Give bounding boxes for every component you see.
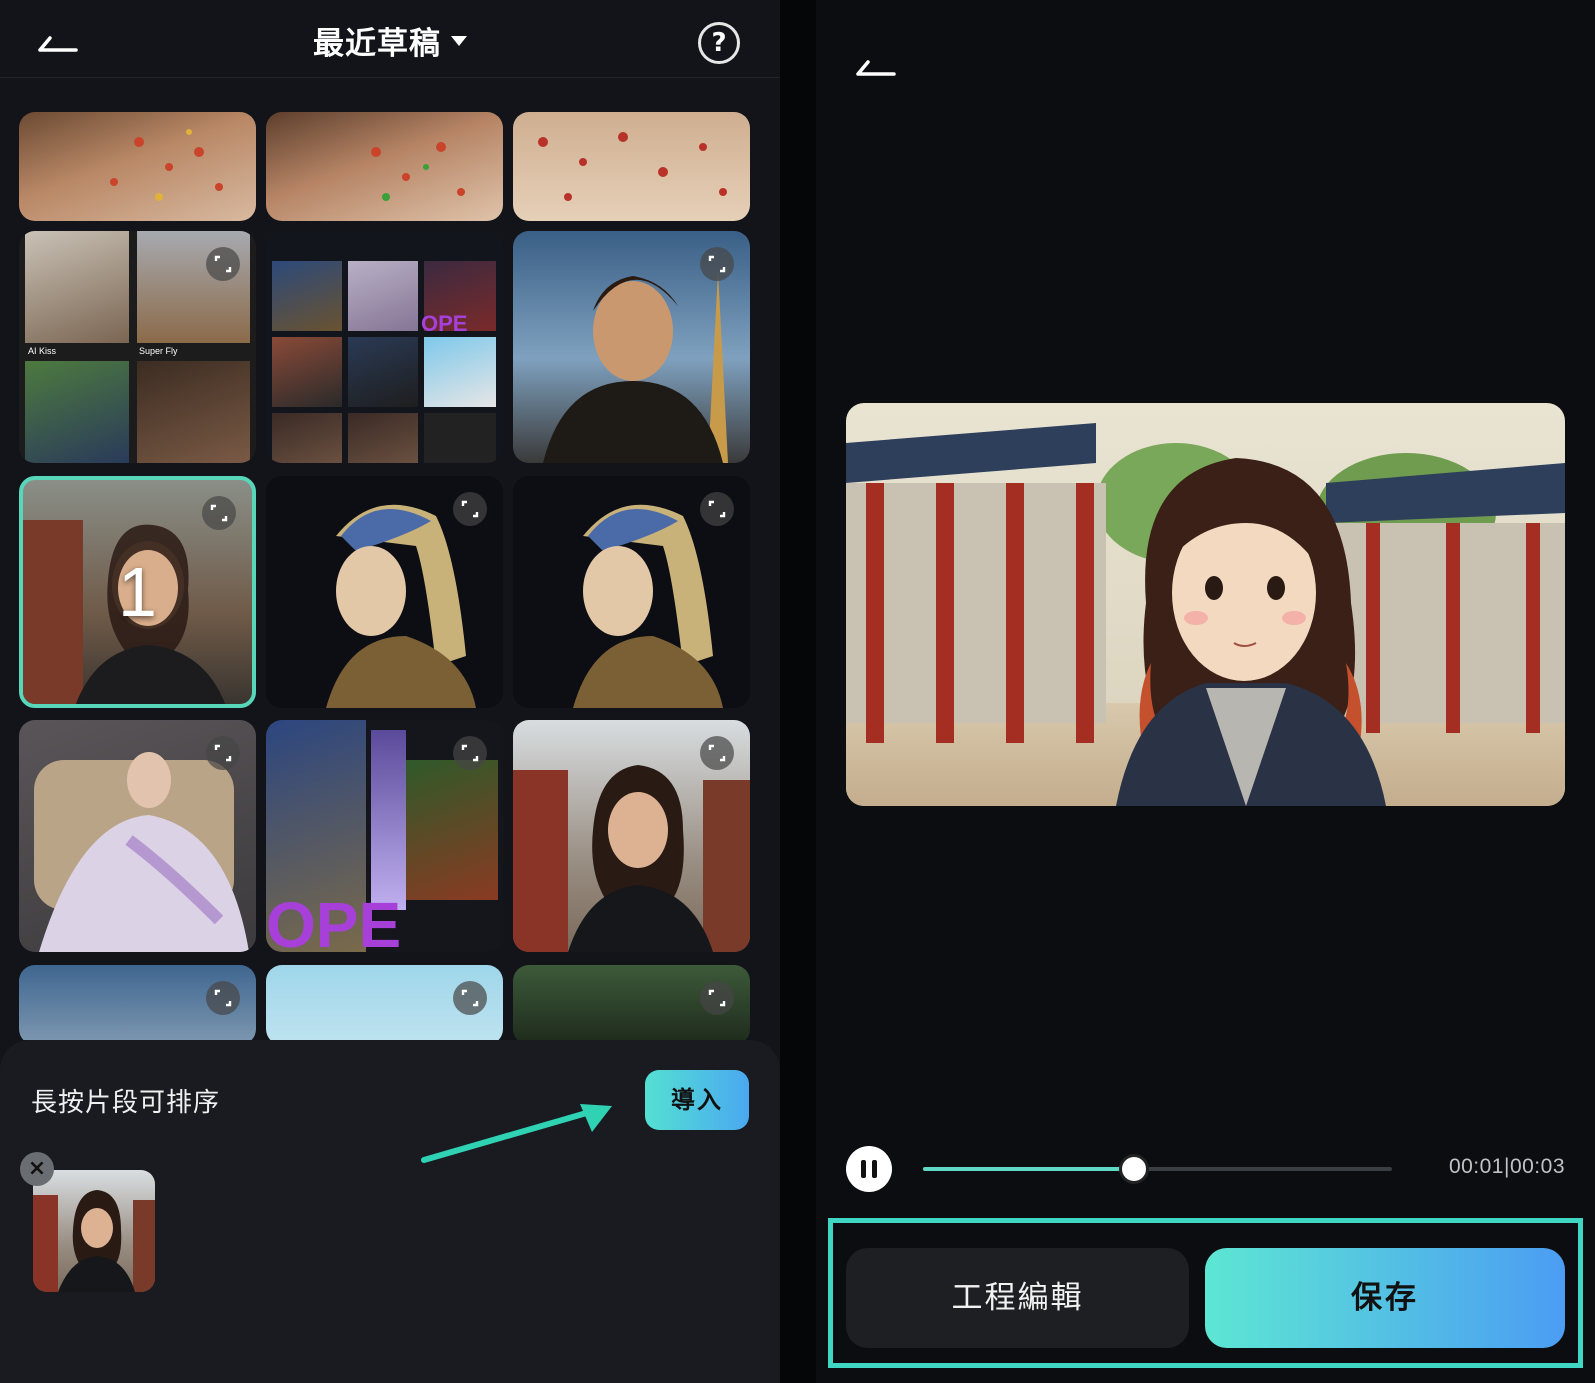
playback-progress — [923, 1167, 1135, 1171]
draft-thumbnail[interactable] — [513, 965, 750, 1040]
caret-down-icon — [451, 35, 467, 46]
collage-caption: Super Fly — [139, 346, 178, 356]
collage-photo — [348, 337, 418, 407]
expand-icon[interactable] — [700, 492, 734, 526]
anime-portrait-frame — [846, 403, 1565, 806]
panel-divider — [780, 0, 816, 1383]
collage-photo — [424, 337, 496, 407]
save-button[interactable]: 保存 — [1205, 1248, 1565, 1348]
collage-photo — [371, 730, 406, 910]
top-bar: 最近草稿 ? — [0, 0, 780, 78]
playback-scrubber[interactable] — [923, 1154, 1392, 1184]
reorder-hint: 長按片段可排序 — [31, 1088, 221, 1118]
draft-thumbnail[interactable] — [19, 965, 256, 1040]
expand-icon[interactable] — [700, 981, 734, 1015]
draft-filter-dropdown[interactable]: 最近草稿 — [0, 18, 780, 63]
selected-clip-thumbnail[interactable] — [33, 1170, 155, 1292]
pause-icon-bar — [861, 1160, 866, 1178]
draft-thumbnail[interactable] — [19, 720, 256, 952]
draft-thumbnail[interactable] — [513, 476, 750, 708]
app-screen: 最近草稿 ? AI Kiss Super Fly OPE 1 OPE 長按片段可… — [0, 0, 1595, 1383]
expand-icon[interactable] — [700, 736, 734, 770]
playback-time: 00:01|00:03 — [1448, 1155, 1565, 1178]
expand-icon[interactable] — [700, 247, 734, 281]
collage-photo — [25, 231, 129, 343]
pause-icon-bar — [872, 1160, 877, 1178]
butterflies-image — [538, 132, 727, 201]
help-icon[interactable]: ? — [698, 22, 740, 64]
selected-clips-sheet: 長按片段可排序 導入 × — [0, 1040, 780, 1383]
collage-photo — [272, 337, 342, 407]
project-edit-button[interactable]: 工程編輯 — [846, 1248, 1189, 1348]
collage-photo — [272, 413, 342, 463]
collage-photo — [25, 361, 129, 463]
collage-photo — [406, 760, 498, 900]
draft-grid: AI Kiss Super Fly OPE 1 OPE — [0, 78, 780, 1040]
draft-thumbnail[interactable] — [513, 112, 750, 221]
collage-photo — [348, 413, 418, 463]
selection-order-badge: 1 — [118, 553, 157, 631]
preview-panel: 00:01|00:03 工程編輯 保存 — [816, 0, 1595, 1383]
draft-thumbnail[interactable] — [266, 476, 503, 708]
video-preview[interactable] — [846, 403, 1565, 806]
draft-thumbnail[interactable] — [266, 965, 503, 1040]
butterflies-image — [371, 142, 465, 201]
draft-thumbnail[interactable] — [266, 112, 503, 221]
import-button[interactable]: 導入 — [645, 1070, 749, 1130]
pointer-arrow-icon — [421, 1104, 612, 1163]
page-title: 最近草稿 — [313, 26, 441, 62]
collage-photo — [348, 261, 418, 331]
expand-icon[interactable] — [206, 981, 240, 1015]
remove-clip-button[interactable]: × — [20, 1152, 54, 1186]
collage-photo — [137, 361, 250, 463]
overlay-text: OPE — [266, 889, 402, 952]
expand-icon[interactable] — [453, 736, 487, 770]
expand-icon[interactable] — [453, 492, 487, 526]
collage-photo — [272, 261, 342, 331]
expand-icon[interactable] — [453, 981, 487, 1015]
back-arrow-icon[interactable] — [854, 52, 898, 80]
overlay-text: OPE — [421, 311, 468, 336]
pause-button[interactable] — [846, 1146, 892, 1192]
draft-thumbnail[interactable]: OPE — [266, 720, 503, 952]
scrubber-handle[interactable] — [1119, 1154, 1150, 1184]
expand-icon[interactable] — [202, 496, 236, 530]
draft-thumbnail-selected[interactable]: 1 — [19, 476, 256, 708]
draft-thumbnail[interactable]: AI Kiss Super Fly — [19, 231, 256, 463]
collage-caption: AI Kiss — [28, 346, 57, 356]
expand-icon[interactable] — [206, 736, 240, 770]
draft-thumbnail[interactable]: OPE — [266, 231, 503, 463]
draft-picker-panel: 最近草稿 ? AI Kiss Super Fly OPE 1 OPE 長按片段可… — [0, 0, 780, 1383]
collage-photo — [424, 413, 496, 463]
portrait-image — [33, 1190, 155, 1292]
draft-thumbnail[interactable] — [19, 112, 256, 221]
butterflies-image — [110, 129, 223, 201]
draft-thumbnail[interactable] — [513, 231, 750, 463]
draft-thumbnail[interactable] — [513, 720, 750, 952]
expand-icon[interactable] — [206, 247, 240, 281]
